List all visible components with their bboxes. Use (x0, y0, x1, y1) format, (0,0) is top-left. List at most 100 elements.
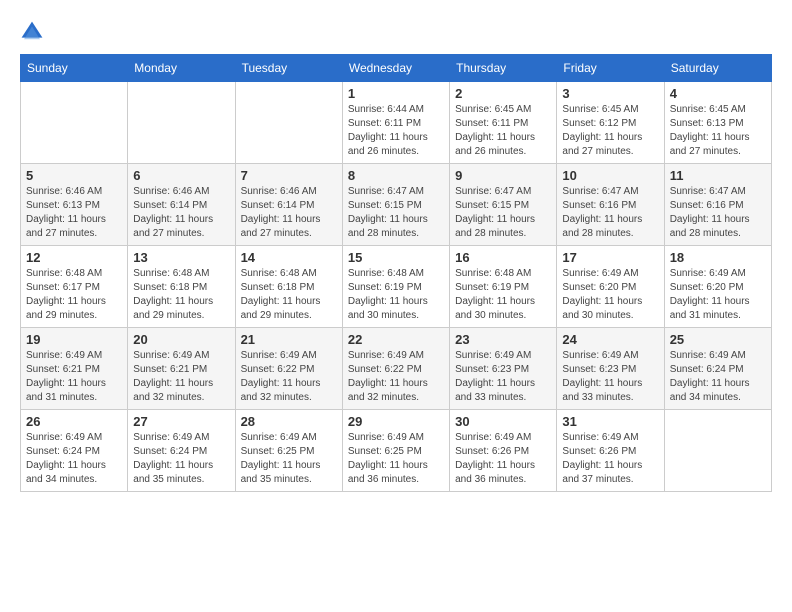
day-number: 9 (455, 168, 551, 183)
calendar-cell: 8 Sunrise: 6:47 AMSunset: 6:15 PMDaylight… (342, 164, 449, 246)
day-number: 5 (26, 168, 122, 183)
day-info: Sunrise: 6:49 AMSunset: 6:23 PMDaylight:… (562, 349, 658, 405)
day-number: 10 (562, 168, 658, 183)
calendar-cell: 11Sunrise: 6:47 AMSunset: 6:16 PMDayligh… (664, 164, 771, 246)
day-info: Sunrise: 6:48 AMSunset: 6:18 PMDaylight:… (133, 267, 229, 323)
calendar-table: SundayMondayTuesdayWednesdayThursdayFrid… (20, 54, 772, 492)
day-info: Sunrise: 6:46 AMSunset: 6:14 PMDaylight:… (241, 185, 337, 241)
calendar-cell: 16 Sunrise: 6:48 AMSunset: 6:19 PMDayligh… (450, 246, 557, 328)
logo-icon (20, 20, 44, 44)
calendar-cell (128, 82, 235, 164)
day-info: Sunrise: 6:49 AMSunset: 6:23 PMDaylight:… (455, 349, 551, 405)
day-number: 31 (562, 414, 658, 429)
day-number: 20 (133, 332, 229, 347)
day-info: Sunrise: 6:49 AMSunset: 6:21 PMDaylight:… (133, 349, 229, 405)
calendar-cell: 23 Sunrise: 6:49 AMSunset: 6:23 PMDayligh… (450, 328, 557, 410)
calendar-cell: 19 Sunrise: 6:49 AMSunset: 6:21 PMDayligh… (21, 328, 128, 410)
calendar-header-row: SundayMondayTuesdayWednesdayThursdayFrid… (21, 55, 772, 82)
day-number: 21 (241, 332, 337, 347)
day-info: Sunrise: 6:49 AMSunset: 6:26 PMDaylight:… (562, 431, 658, 487)
day-info: Sunrise: 6:45 AMSunset: 6:11 PMDaylight:… (455, 103, 551, 159)
day-number: 22 (348, 332, 444, 347)
calendar-cell: 4Sunrise: 6:45 AMSunset: 6:13 PMDaylight… (664, 82, 771, 164)
day-number: 16 (455, 250, 551, 265)
day-info: Sunrise: 6:49 AMSunset: 6:21 PMDaylight:… (26, 349, 122, 405)
day-of-week-header: Thursday (450, 55, 557, 82)
calendar-cell: 18Sunrise: 6:49 AMSunset: 6:20 PMDayligh… (664, 246, 771, 328)
day-info: Sunrise: 6:49 AMSunset: 6:22 PMDaylight:… (348, 349, 444, 405)
calendar-cell: 24 Sunrise: 6:49 AMSunset: 6:23 PMDayligh… (557, 328, 664, 410)
calendar-cell: 29 Sunrise: 6:49 AMSunset: 6:25 PMDayligh… (342, 410, 449, 492)
calendar-cell: 21 Sunrise: 6:49 AMSunset: 6:22 PMDayligh… (235, 328, 342, 410)
day-of-week-header: Friday (557, 55, 664, 82)
day-info: Sunrise: 6:46 AMSunset: 6:13 PMDaylight:… (26, 185, 122, 241)
calendar-cell: 6 Sunrise: 6:46 AMSunset: 6:14 PMDaylight… (128, 164, 235, 246)
day-of-week-header: Monday (128, 55, 235, 82)
calendar-cell: 14Sunrise: 6:48 AMSunset: 6:18 PMDayligh… (235, 246, 342, 328)
calendar-cell: 22 Sunrise: 6:49 AMSunset: 6:22 PMDayligh… (342, 328, 449, 410)
calendar-cell (235, 82, 342, 164)
calendar-cell: 3 Sunrise: 6:45 AMSunset: 6:12 PMDaylight… (557, 82, 664, 164)
calendar-cell: 27Sunrise: 6:49 AMSunset: 6:24 PMDayligh… (128, 410, 235, 492)
day-info: Sunrise: 6:49 AMSunset: 6:20 PMDaylight:… (562, 267, 658, 323)
day-number: 26 (26, 414, 122, 429)
day-info: Sunrise: 6:49 AMSunset: 6:26 PMDaylight:… (455, 431, 551, 487)
day-number: 15 (348, 250, 444, 265)
calendar-cell: 9 Sunrise: 6:47 AMSunset: 6:15 PMDaylight… (450, 164, 557, 246)
day-number: 30 (455, 414, 551, 429)
day-number: 13 (133, 250, 229, 265)
day-info: Sunrise: 6:49 AMSunset: 6:22 PMDaylight:… (241, 349, 337, 405)
day-number: 2 (455, 86, 551, 101)
day-info: Sunrise: 6:49 AMSunset: 6:25 PMDaylight:… (241, 431, 337, 487)
day-of-week-header: Sunday (21, 55, 128, 82)
calendar-cell: 20 Sunrise: 6:49 AMSunset: 6:21 PMDayligh… (128, 328, 235, 410)
calendar-week-row: 26 Sunrise: 6:49 AMSunset: 6:24 PMDayligh… (21, 410, 772, 492)
calendar-cell: 5 Sunrise: 6:46 AMSunset: 6:13 PMDaylight… (21, 164, 128, 246)
calendar-week-row: 5 Sunrise: 6:46 AMSunset: 6:13 PMDaylight… (21, 164, 772, 246)
day-info: Sunrise: 6:45 AMSunset: 6:13 PMDaylight:… (670, 103, 766, 159)
calendar-cell (21, 82, 128, 164)
day-info: Sunrise: 6:46 AMSunset: 6:14 PMDaylight:… (133, 185, 229, 241)
day-info: Sunrise: 6:48 AMSunset: 6:18 PMDaylight:… (241, 267, 337, 323)
day-number: 1 (348, 86, 444, 101)
day-number: 29 (348, 414, 444, 429)
calendar-cell: 30 Sunrise: 6:49 AMSunset: 6:26 PMDayligh… (450, 410, 557, 492)
calendar-cell: 31 Sunrise: 6:49 AMSunset: 6:26 PMDayligh… (557, 410, 664, 492)
day-number: 19 (26, 332, 122, 347)
day-info: Sunrise: 6:47 AMSunset: 6:15 PMDaylight:… (455, 185, 551, 241)
day-info: Sunrise: 6:45 AMSunset: 6:12 PMDaylight:… (562, 103, 658, 159)
calendar-cell: 10 Sunrise: 6:47 AMSunset: 6:16 PMDayligh… (557, 164, 664, 246)
day-info: Sunrise: 6:48 AMSunset: 6:19 PMDaylight:… (348, 267, 444, 323)
day-info: Sunrise: 6:48 AMSunset: 6:17 PMDaylight:… (26, 267, 122, 323)
day-of-week-header: Saturday (664, 55, 771, 82)
calendar-week-row: 19 Sunrise: 6:49 AMSunset: 6:21 PMDayligh… (21, 328, 772, 410)
logo (20, 20, 48, 44)
day-number: 6 (133, 168, 229, 183)
calendar-cell: 13 Sunrise: 6:48 AMSunset: 6:18 PMDayligh… (128, 246, 235, 328)
day-number: 3 (562, 86, 658, 101)
day-info: Sunrise: 6:49 AMSunset: 6:24 PMDaylight:… (133, 431, 229, 487)
day-info: Sunrise: 6:49 AMSunset: 6:24 PMDaylight:… (26, 431, 122, 487)
day-info: Sunrise: 6:47 AMSunset: 6:16 PMDaylight:… (562, 185, 658, 241)
day-number: 11 (670, 168, 766, 183)
day-info: Sunrise: 6:47 AMSunset: 6:15 PMDaylight:… (348, 185, 444, 241)
day-of-week-header: Wednesday (342, 55, 449, 82)
day-number: 8 (348, 168, 444, 183)
calendar-cell: 7 Sunrise: 6:46 AMSunset: 6:14 PMDaylight… (235, 164, 342, 246)
day-number: 23 (455, 332, 551, 347)
calendar-cell: 26 Sunrise: 6:49 AMSunset: 6:24 PMDayligh… (21, 410, 128, 492)
day-info: Sunrise: 6:49 AMSunset: 6:24 PMDaylight:… (670, 349, 766, 405)
calendar-week-row: 12 Sunrise: 6:48 AMSunset: 6:17 PMDayligh… (21, 246, 772, 328)
day-info: Sunrise: 6:48 AMSunset: 6:19 PMDaylight:… (455, 267, 551, 323)
day-number: 18 (670, 250, 766, 265)
day-number: 24 (562, 332, 658, 347)
day-info: Sunrise: 6:44 AMSunset: 6:11 PMDaylight:… (348, 103, 444, 159)
calendar-week-row: 1 Sunrise: 6:44 AMSunset: 6:11 PMDaylight… (21, 82, 772, 164)
day-info: Sunrise: 6:49 AMSunset: 6:25 PMDaylight:… (348, 431, 444, 487)
calendar-cell: 1 Sunrise: 6:44 AMSunset: 6:11 PMDaylight… (342, 82, 449, 164)
day-number: 7 (241, 168, 337, 183)
day-number: 28 (241, 414, 337, 429)
page-header (20, 20, 772, 44)
calendar-cell: 12 Sunrise: 6:48 AMSunset: 6:17 PMDayligh… (21, 246, 128, 328)
day-number: 12 (26, 250, 122, 265)
